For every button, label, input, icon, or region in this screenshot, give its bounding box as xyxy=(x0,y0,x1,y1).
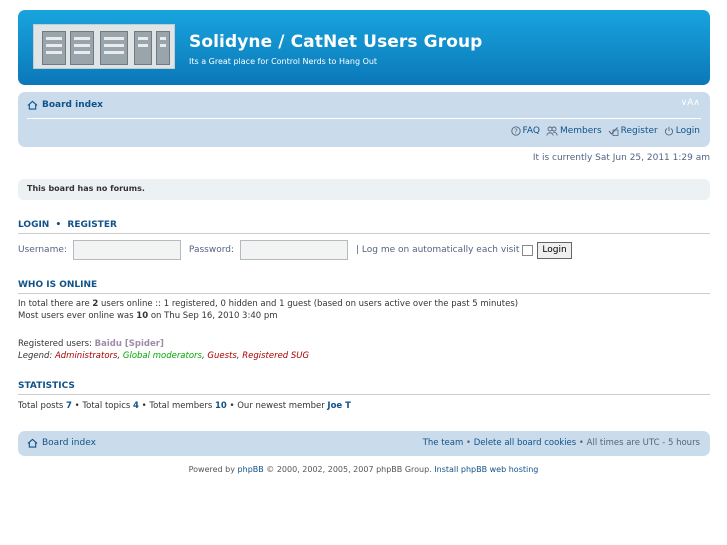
site-title: Solidyne / CatNet Users Group xyxy=(189,32,483,52)
group-legend: Legend: Administrators, Global moderator… xyxy=(18,351,310,361)
newest-member-label: • Our newest member xyxy=(226,401,328,411)
current-date: It is currently Sat Jun 25, 2011 1:29 am xyxy=(532,153,710,163)
topics-label: • Total topics xyxy=(71,401,134,411)
legend-label: Legend: xyxy=(18,351,55,361)
online-text: In total there are xyxy=(18,299,93,309)
user-links: ? FAQ Members Register Login xyxy=(510,126,700,136)
members-label: • Total members xyxy=(138,401,215,411)
login-heading: Login • Register xyxy=(18,220,710,234)
power-icon xyxy=(664,126,673,136)
svg-text:?: ? xyxy=(514,128,518,136)
legend-administrators[interactable]: Administrators xyxy=(55,351,118,361)
faq-link[interactable]: ? FAQ xyxy=(510,126,540,136)
record-text: on Thu Sep 16, 2010 3:40 pm xyxy=(148,311,278,321)
register-label: Register xyxy=(620,126,658,136)
posts-label: Total posts xyxy=(18,401,67,411)
registered-user-bot: Baidu [Spider] xyxy=(94,339,164,349)
faq-label: FAQ xyxy=(522,126,540,136)
members-count: 10 xyxy=(214,401,227,411)
login-heading-link[interactable]: Login xyxy=(18,220,49,230)
statistics-line: Total posts 7 • Total topics 4 • Total m… xyxy=(18,401,351,411)
site-description: Its a Great place for Control Nerds to H… xyxy=(189,57,378,66)
top-navbar: Board index ∨A∧ ? FAQ Members Register L… xyxy=(18,92,710,147)
home-icon xyxy=(27,438,38,448)
online-line-1: In total there are 2 users online :: 1 r… xyxy=(18,298,518,310)
autologin-label: | Log me on automatically each visit xyxy=(356,245,520,255)
online-summary: In total there are 2 users online :: 1 r… xyxy=(18,298,518,322)
home-icon xyxy=(27,100,38,110)
password-input[interactable] xyxy=(240,240,348,260)
autologin-checkbox[interactable] xyxy=(522,244,534,256)
install-phpbb-link[interactable]: Install phpBB web hosting xyxy=(434,465,538,474)
powered-by: Powered by phpBB © 2000, 2002, 2005, 200… xyxy=(0,465,727,474)
statistics-heading: Statistics xyxy=(18,381,710,395)
phpbb-link[interactable]: phpBB xyxy=(238,465,264,474)
register-icon xyxy=(608,127,619,136)
online-text: users online :: 1 registered, 0 hidden a… xyxy=(98,299,519,309)
powered-prefix: Powered by xyxy=(188,465,238,474)
who-is-online-heading[interactable]: Who is online xyxy=(18,280,710,294)
password-label: Password: xyxy=(188,245,234,255)
footer-links: The team • Delete all board cookies • Al… xyxy=(423,438,700,448)
footer-separator: • xyxy=(463,438,474,448)
username-input[interactable] xyxy=(72,240,181,260)
record-count: 10 xyxy=(136,311,149,321)
delete-cookies-link[interactable]: Delete all board cookies xyxy=(474,438,577,448)
legend-global-moderators[interactable]: Global moderators xyxy=(123,351,202,361)
legend-guests: Guests xyxy=(207,351,237,361)
online-line-2: Most users ever online was 10 on Thu Sep… xyxy=(18,310,518,322)
font-resize-control[interactable]: ∨A∧ xyxy=(681,98,700,108)
footer-breadcrumb-board-index[interactable]: Board index xyxy=(27,438,96,448)
login-button[interactable]: Login xyxy=(537,241,572,259)
register-link[interactable]: Register xyxy=(608,126,658,136)
breadcrumb-board-index[interactable]: Board index xyxy=(27,100,103,110)
heading-separator: • xyxy=(55,220,62,230)
username-label: Username: xyxy=(18,245,67,255)
navbar-divider xyxy=(27,118,701,119)
newest-member-link[interactable]: Joe T xyxy=(327,401,351,411)
registered-users-line: Registered users: Baidu [Spider] xyxy=(18,338,309,350)
members-link[interactable]: Members xyxy=(546,126,602,136)
faq-icon: ? xyxy=(510,126,521,136)
record-text: Most users ever online was xyxy=(18,311,137,321)
members-icon xyxy=(546,126,558,136)
login-link[interactable]: Login xyxy=(664,126,700,136)
site-header: Solidyne / CatNet Users Group Its a Grea… xyxy=(18,10,710,85)
footer-navbar: Board index The team • Delete all board … xyxy=(18,431,710,456)
login-label: Login xyxy=(675,126,700,136)
registered-label: Registered users: xyxy=(18,339,95,349)
members-label: Members xyxy=(559,126,602,136)
legend-registered-sug[interactable]: Registered SUG xyxy=(242,351,309,361)
no-forums-notice: This board has no forums. xyxy=(18,179,710,200)
registered-users-block: Registered users: Baidu [Spider] Legend:… xyxy=(18,338,309,362)
register-heading-link[interactable]: Register xyxy=(67,220,117,230)
login-form: Username: Password: | Log me on automati… xyxy=(18,240,572,260)
team-link[interactable]: The team xyxy=(423,438,464,448)
footer-breadcrumb-label: Board index xyxy=(42,438,96,448)
site-logo[interactable] xyxy=(33,24,175,69)
breadcrumb-label: Board index xyxy=(42,100,103,110)
timezone-text: • All times are UTC - 5 hours xyxy=(576,438,700,448)
copyright-text: © 2000, 2002, 2005, 2007 phpBB Group. xyxy=(263,465,435,474)
